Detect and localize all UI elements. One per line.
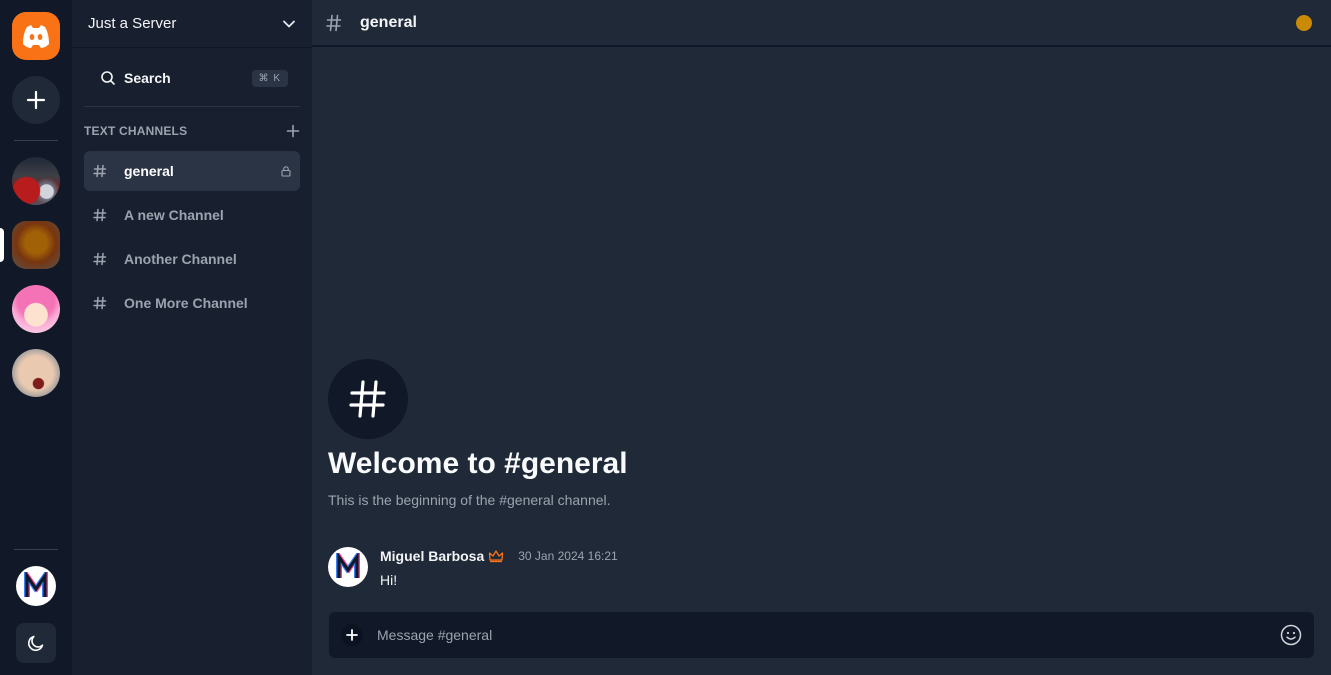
channel-item-a-new-channel[interactable]: A new Channel <box>84 195 300 235</box>
channel-label: One More Channel <box>124 295 248 311</box>
moon-icon <box>28 635 44 651</box>
channel-label: Another Channel <box>124 251 237 267</box>
hash-icon <box>92 208 108 222</box>
channel-topbar: general <box>312 0 1331 47</box>
channel-item-another-channel[interactable]: Another Channel <box>84 239 300 279</box>
search-icon <box>101 71 115 85</box>
message-item: Miguel Barbosa 30 Jan 2024 16:21 Hi! <box>328 547 1308 593</box>
channel-sidebar: Just a Server Search ⌘ K TEXT CHANNELS g… <box>72 0 312 675</box>
lock-icon <box>281 166 291 177</box>
channel-item-general[interactable]: general <box>84 151 300 191</box>
plus-icon <box>286 124 300 138</box>
plus-icon <box>346 629 358 641</box>
channel-label: general <box>124 163 174 179</box>
message-timestamp: 30 Jan 2024 16:21 <box>518 549 618 563</box>
add-server-button[interactable] <box>12 76 60 124</box>
hash-icon <box>92 296 108 310</box>
channel-item-one-more-channel[interactable]: One More Channel <box>84 283 300 323</box>
message-composer <box>329 612 1314 658</box>
active-server-indicator <box>0 228 4 262</box>
hash-icon <box>92 164 108 178</box>
channel-hash-badge <box>328 359 408 439</box>
plus-icon <box>26 90 46 110</box>
status-indicator <box>1296 14 1312 31</box>
channel-label: A new Channel <box>124 207 224 223</box>
server-icon-hamster[interactable] <box>12 221 60 269</box>
sidebar-divider <box>84 106 300 107</box>
message-input[interactable] <box>377 627 1280 643</box>
chevron-down-icon <box>283 20 295 27</box>
chat-main: general Welcome to #general This is the … <box>312 0 1331 675</box>
message-text: Hi! <box>380 572 398 588</box>
message-author[interactable]: Miguel Barbosa <box>380 548 484 564</box>
attach-button[interactable] <box>341 624 363 646</box>
search-button[interactable]: Search ⌘ K <box>88 60 300 96</box>
channel-title: general <box>360 13 417 31</box>
hash-icon <box>349 380 386 418</box>
m-logo-avatar-icon <box>336 553 360 578</box>
server-icon-anime[interactable] <box>12 285 60 333</box>
m-logo-avatar-icon <box>24 572 48 597</box>
rail-divider <box>14 140 58 141</box>
server-name: Just a Server <box>88 15 177 32</box>
hash-icon <box>326 14 342 31</box>
crown-icon <box>488 549 504 563</box>
emoji-button[interactable] <box>1280 624 1302 646</box>
hash-icon <box>92 252 108 266</box>
server-icon-kid[interactable] <box>12 349 60 397</box>
rail-divider-bottom <box>14 549 58 550</box>
welcome-title: Welcome to #general <box>328 447 628 480</box>
message-header: Miguel Barbosa 30 Jan 2024 16:21 <box>380 548 618 564</box>
smiley-icon <box>1280 624 1302 646</box>
search-shortcut-badge: ⌘ K <box>251 69 288 87</box>
discord-like-logo-icon <box>23 25 49 48</box>
app-logo[interactable] <box>12 12 60 60</box>
section-title: TEXT CHANNELS <box>84 124 188 138</box>
theme-toggle-button[interactable] <box>16 623 56 663</box>
server-rail <box>0 0 72 675</box>
server-header-dropdown[interactable]: Just a Server <box>72 0 312 48</box>
add-channel-button[interactable] <box>286 124 300 138</box>
welcome-subtitle: This is the beginning of the #general ch… <box>328 492 611 508</box>
text-channels-section-header: TEXT CHANNELS <box>84 121 300 141</box>
message-author-avatar[interactable] <box>328 547 368 587</box>
server-icon-car[interactable] <box>12 157 60 205</box>
user-avatar[interactable] <box>16 566 56 606</box>
search-label: Search <box>124 70 171 86</box>
